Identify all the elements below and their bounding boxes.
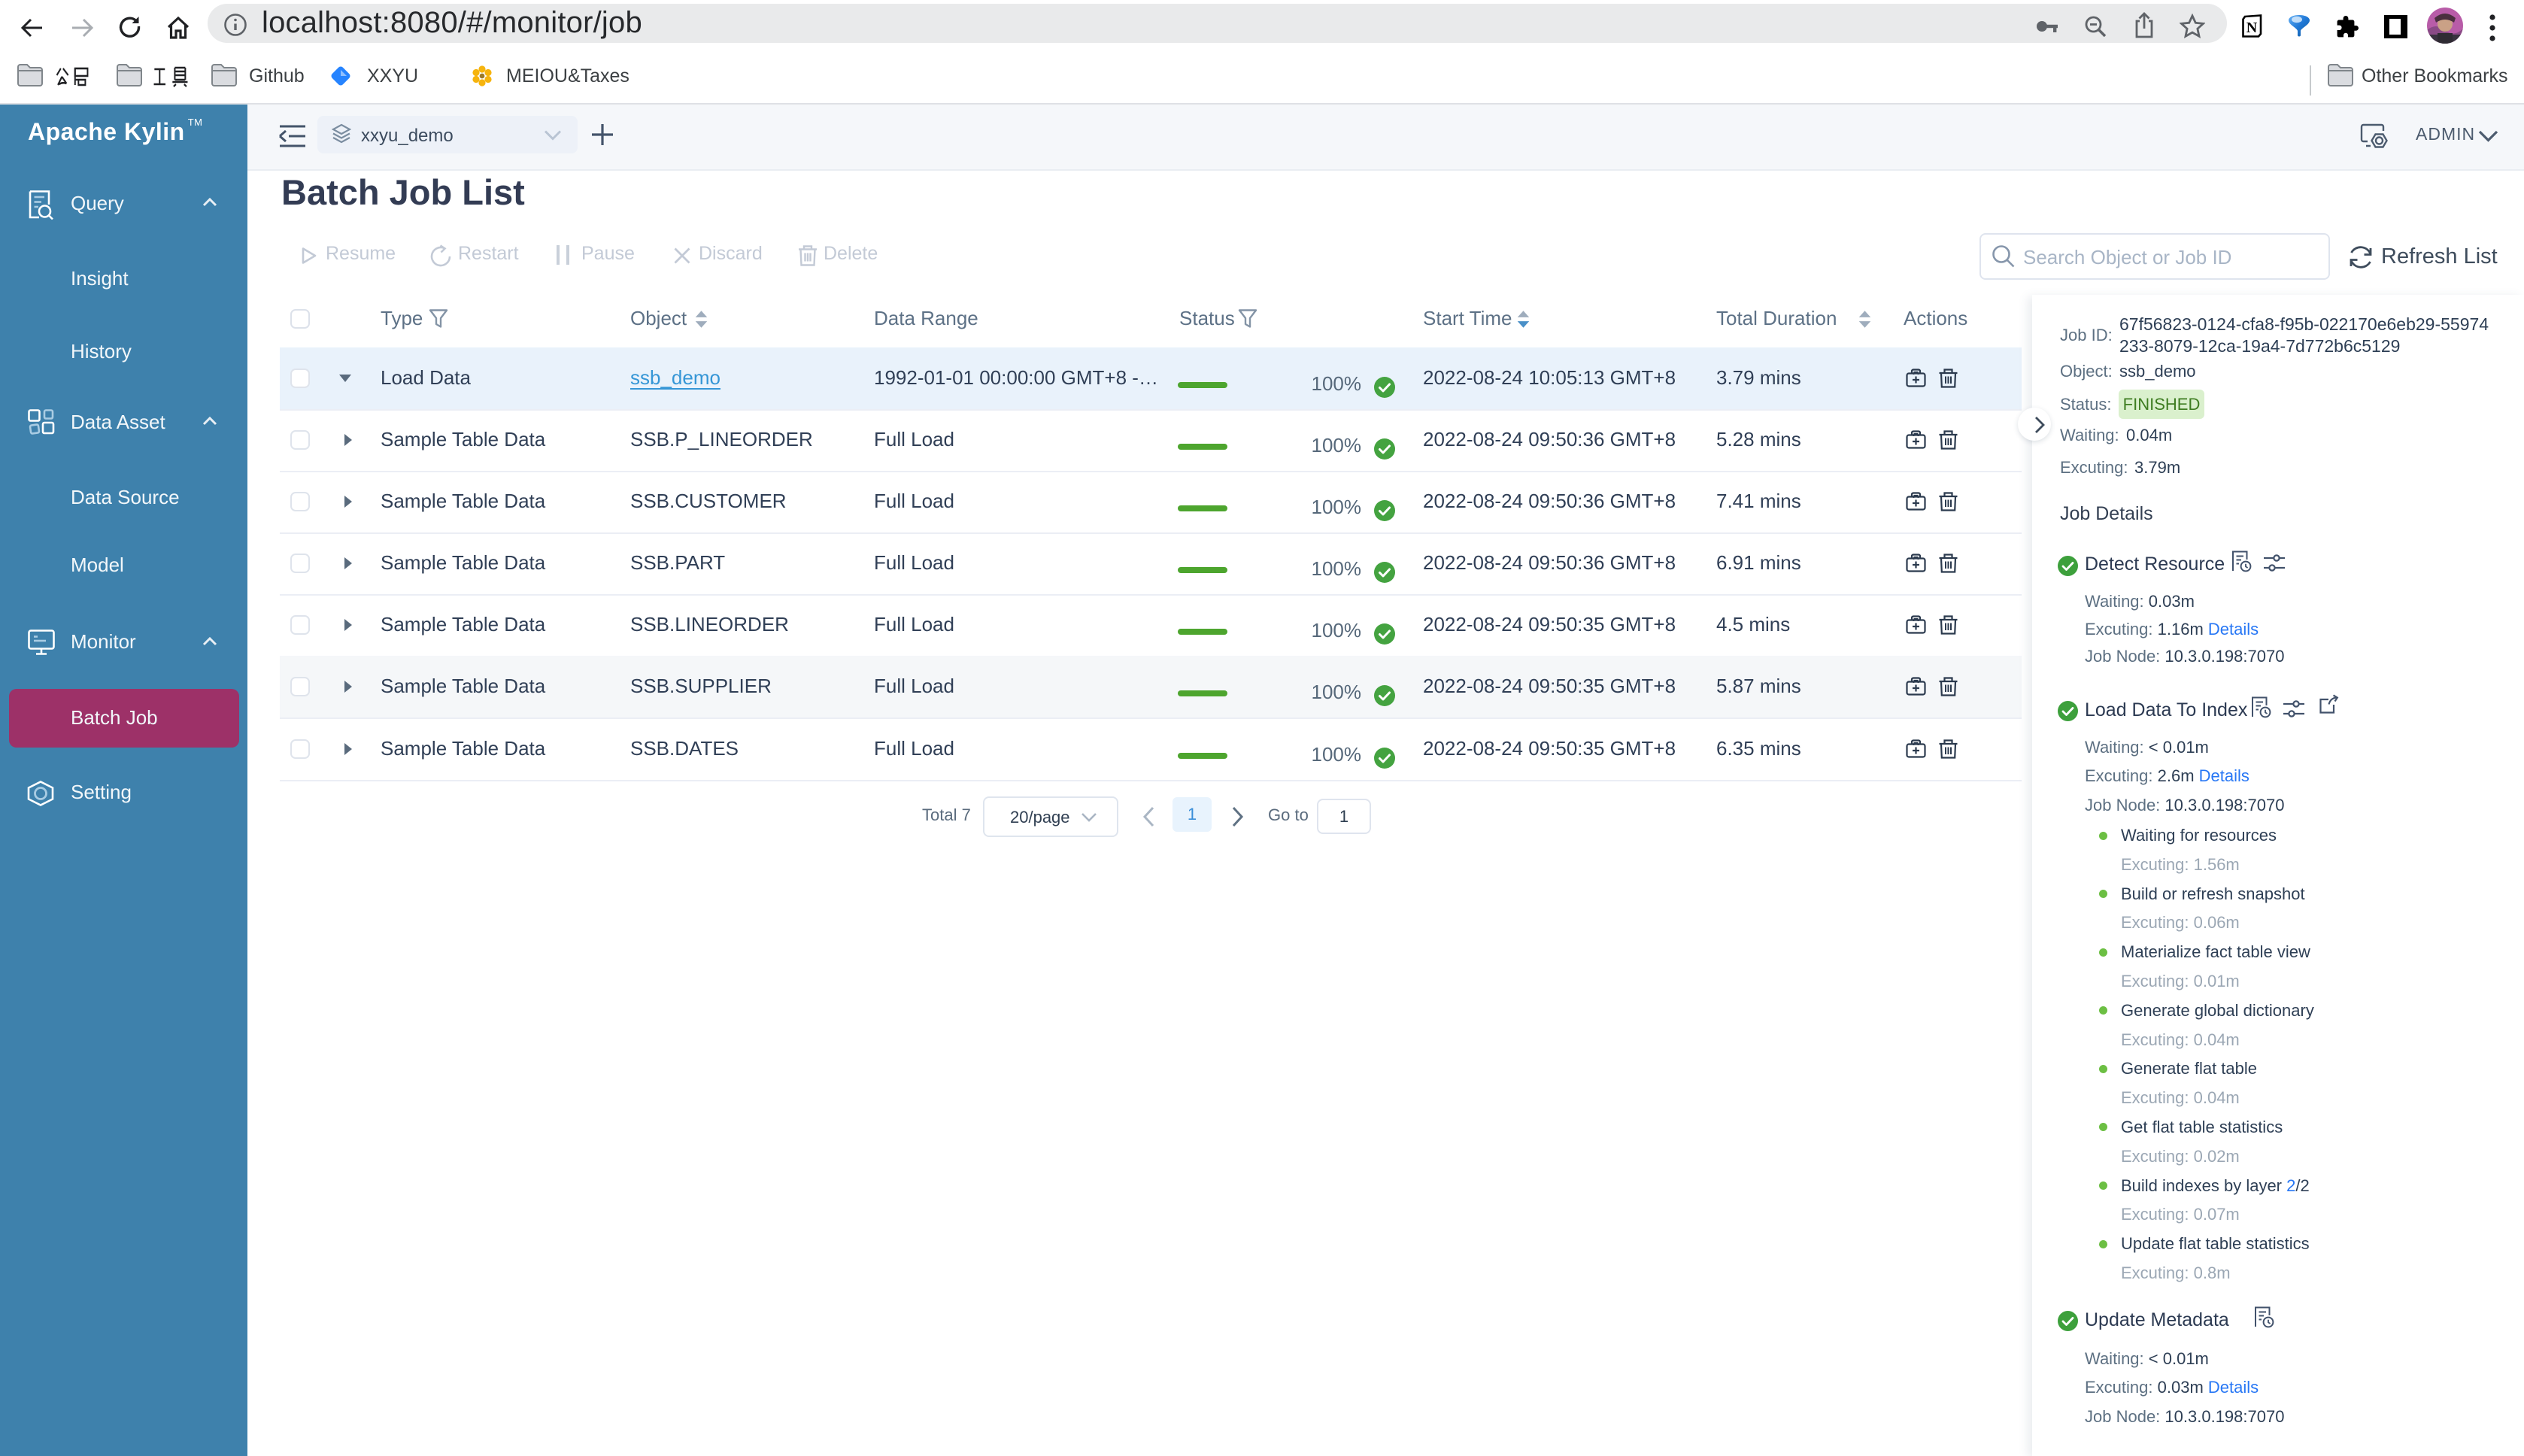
svg-text:N: N <box>2246 20 2258 36</box>
